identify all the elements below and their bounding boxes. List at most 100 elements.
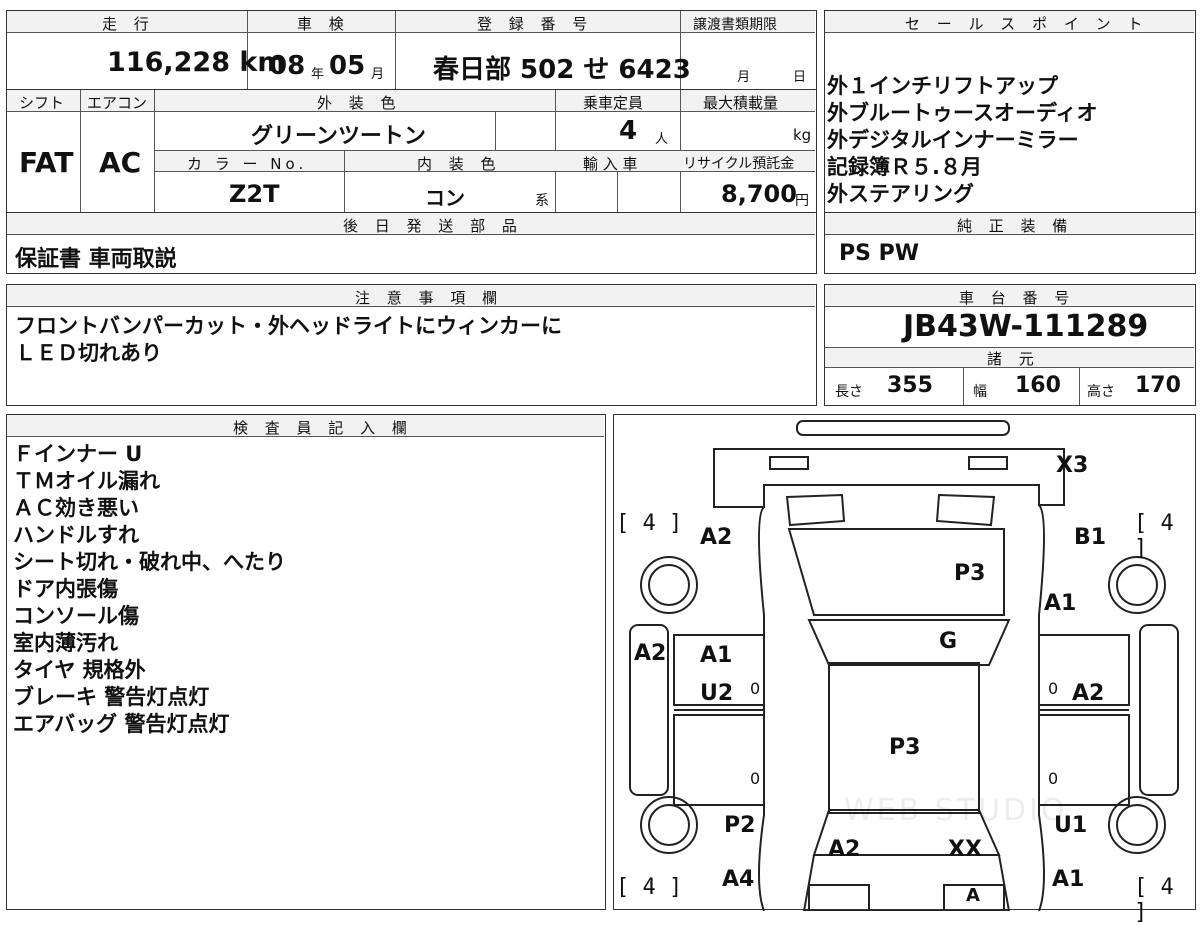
plate-label: 登 録 番 号 <box>477 15 594 33</box>
recycle-fee-unit: 円 <box>795 193 809 209</box>
height-value: 170 <box>1135 373 1181 398</box>
genuine-equipment-label: 純 正 装 備 <box>957 217 1074 235</box>
transfer-day-unit: 日 <box>793 70 807 85</box>
chassis-label: 車 台 番 号 <box>959 289 1076 307</box>
tire-tread-front-left: [ 4 ] <box>616 511 683 536</box>
inspector-line: シート切れ・破れ中、へたり <box>13 550 286 574</box>
zero-mark: 0 <box>750 679 761 698</box>
recycle-fee-value: 8,700 <box>721 180 797 208</box>
import-label: 輸 入 車 <box>583 155 638 173</box>
later-parts-box: 後 日 発 送 部 品 保証書 車両取説 <box>6 212 817 274</box>
damage-mark: A4 <box>722 867 755 892</box>
genuine-equipment-box: 純 正 装 備 PS PW <box>824 212 1196 274</box>
damage-mark: A1 <box>1044 591 1077 616</box>
shift-value: FAT <box>19 146 74 179</box>
top-info-table: 走 行 車 検 登 録 番 号 譲渡書類期限 116,228 km 08 年 0… <box>6 10 817 90</box>
zero-mark: 0 <box>1048 679 1059 698</box>
inspector-line: ＴＭオイル漏れ <box>13 469 160 493</box>
chassis-box: 車 台 番 号 JB43W-111289 諸 元 長さ 355 幅 160 高さ… <box>824 284 1196 406</box>
interior-color-value: コン <box>425 186 465 210</box>
width-label: 幅 <box>973 384 987 400</box>
inspector-line: ＡＣ効き悪い <box>13 496 139 520</box>
inspector-notes: Ｆインナー U ＴＭオイル漏れ ＡＣ効き悪い ハンドルすれ シート切れ・破れ中、… <box>13 441 286 738</box>
sales-point-item: 外１インチリフトアップ <box>827 74 1058 98</box>
damage-mark: A <box>966 885 980 906</box>
shaken-label: 車 検 <box>297 15 350 33</box>
ac-value: AC <box>99 146 142 179</box>
recycle-fee-label: リサイクル預託金 <box>683 156 795 172</box>
shift-label: シフト <box>19 94 65 112</box>
exterior-color-label: 外 装 色 <box>317 94 402 112</box>
zero-mark: 0 <box>750 769 761 788</box>
zero-mark: 0 <box>1048 769 1059 788</box>
tire-tread-rear-right: [ 4 ] <box>1134 875 1174 925</box>
damage-mark: P2 <box>724 813 756 838</box>
damage-mark: U2 <box>700 681 734 706</box>
interior-color-label: 内 装 色 <box>417 155 502 173</box>
width-value: 160 <box>1015 373 1061 398</box>
sales-point-label: セ ー ル ス ポ イ ン ト <box>905 15 1149 33</box>
notes-box: 注 意 事 項 欄 フロントバンパーカット・外ヘッドライトにウィンカーに ＬＥＤ… <box>6 284 817 406</box>
inspector-label: 検 査 員 記 入 欄 <box>233 419 413 437</box>
later-parts-label: 後 日 発 送 部 品 <box>343 217 523 235</box>
transfer-month-unit: 月 <box>737 70 751 85</box>
ac-label: エアコン <box>87 94 148 112</box>
genuine-equipment-value: PS PW <box>839 241 920 266</box>
tire-tread-front-right: [ 4 ] <box>1134 511 1174 561</box>
sales-point-box: セ ー ル ス ポ イ ン ト 外１インチリフトアップ 外ブルートゥースオーディ… <box>824 10 1196 213</box>
notes-line: フロントバンパーカット・外ヘッドライトにウィンカーに <box>15 314 563 338</box>
capacity-unit: 人 <box>655 132 669 147</box>
mileage-value: 116,228 km <box>107 47 286 78</box>
sales-point-list: 外１インチリフトアップ 外ブルートゥースオーディオ 外デジタルインナーミラー 記… <box>827 73 1097 208</box>
shaken-year-unit: 年 <box>311 67 325 82</box>
inspector-line: タイヤ 規格外 <box>13 658 146 682</box>
watermark: WEB STUDIO <box>844 793 1068 828</box>
inspector-line: ドア内張傷 <box>13 577 118 601</box>
color-no-label: カ ラ ー No. <box>187 155 308 173</box>
height-label: 高さ <box>1087 384 1115 400</box>
inspector-box: 検 査 員 記 入 欄 Ｆインナー U ＴＭオイル漏れ ＡＣ効き悪い ハンドルす… <box>6 414 606 910</box>
length-label: 長さ <box>835 384 863 400</box>
notes-text: フロントバンパーカット・外ヘッドライトにウィンカーに ＬＥＤ切れあり <box>15 313 562 367</box>
shaken-month: 05 <box>329 51 366 81</box>
inspector-line: コンソール傷 <box>13 604 139 628</box>
sales-point-item: 記録簿Ｒ５.８月 <box>827 155 982 179</box>
damage-mark: G <box>939 629 958 654</box>
damage-mark: A1 <box>700 643 733 668</box>
car-damage-diagram: [ 4 ] [ 4 ] [ 4 ] [ 4 ] X3 A2 B1 P3 A1 G… <box>613 414 1196 925</box>
capacity-value: 4 <box>619 116 638 146</box>
damage-mark: A2 <box>634 641 667 666</box>
length-value: 355 <box>887 373 933 398</box>
damage-mark: A1 <box>1052 867 1085 892</box>
sales-point-item: 外デジタルインナーミラー <box>827 128 1079 152</box>
sales-point-item: 外ブルートゥースオーディオ <box>827 101 1098 125</box>
specs-label: 諸 元 <box>987 350 1040 368</box>
max-load-unit: kg <box>793 126 812 144</box>
damage-mark: B1 <box>1074 525 1107 550</box>
sales-point-item: 外ステアリング <box>827 182 974 206</box>
transfer-deadline-label: 譲渡書類期限 <box>693 17 777 33</box>
shaken-year: 08 <box>269 51 306 81</box>
tire-tread-rear-left: [ 4 ] <box>616 875 683 900</box>
plate-number: 春日部 502 せ 6423 <box>433 55 691 85</box>
inspector-line: ブレーキ 警告灯点灯 <box>13 685 210 709</box>
damage-mark: P3 <box>954 561 986 586</box>
mileage-label: 走 行 <box>102 15 155 33</box>
damage-mark: A2 <box>1072 681 1105 706</box>
capacity-label: 乗車定員 <box>583 94 644 112</box>
damage-mark: X3 <box>1056 453 1089 478</box>
damage-mark: P3 <box>889 735 921 760</box>
max-load-label: 最大積載量 <box>703 94 779 112</box>
notes-line: ＬＥＤ切れあり <box>15 341 162 365</box>
interior-color-suffix: 系 <box>535 193 549 209</box>
inspector-line: 室内薄汚れ <box>13 631 118 655</box>
exterior-color-value: グリーンツートン <box>251 124 426 149</box>
inspector-line: ハンドルすれ <box>13 523 139 547</box>
color-no-value: Z2T <box>229 180 280 208</box>
damage-mark: XX <box>948 837 982 862</box>
chassis-number: JB43W-111289 <box>903 309 1149 344</box>
shaken-month-unit: 月 <box>371 67 385 82</box>
inspector-line: エアバッグ 警告灯点灯 <box>13 712 230 736</box>
notes-label: 注 意 事 項 欄 <box>355 289 504 307</box>
later-parts-value: 保証書 車両取説 <box>15 247 177 272</box>
